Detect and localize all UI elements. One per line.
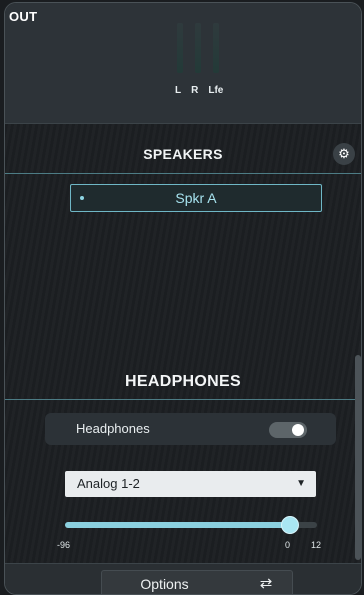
channel-label-r: R	[191, 85, 199, 96]
source-select-value: Analog 1-2	[77, 476, 140, 491]
caret-down-icon: ▼	[296, 478, 306, 489]
toggle-knob	[292, 424, 304, 436]
meter-left	[177, 23, 183, 73]
slider-handle[interactable]	[281, 516, 299, 534]
footer-bar: Options ⇄	[5, 563, 361, 594]
slider-fill	[65, 522, 289, 528]
headphones-toggle-label: Headphones	[76, 421, 150, 436]
slider-tick-max: 12	[311, 540, 322, 550]
gear-icon[interactable]: ⚙	[333, 143, 355, 165]
slider-tick-zero: 0	[285, 540, 291, 550]
speaker-item-label: Spkr A	[175, 190, 217, 206]
headphones-source-select[interactable]: Analog 1-2 ▼	[65, 471, 316, 497]
meter-labels: L R Lfe	[175, 85, 223, 96]
headphones-toggle-row: Headphones	[45, 413, 336, 445]
output-title: OUT	[9, 9, 38, 24]
slider-tick-min: -96	[57, 540, 71, 550]
speaker-item-spkr-a[interactable]: Spkr A	[70, 184, 322, 212]
options-label: Options	[140, 576, 189, 592]
channel-label-lfe: Lfe	[208, 85, 224, 96]
headphones-title: HEADPHONES	[125, 373, 241, 390]
channel-label-l: L	[175, 85, 182, 96]
headphones-divider	[5, 399, 361, 400]
headphones-toggle[interactable]	[269, 422, 307, 438]
speakers-divider	[5, 173, 361, 174]
speakers-title: SPEAKERS	[143, 146, 223, 162]
output-header: OUT L R Lfe	[5, 3, 361, 124]
headphones-level-slider[interactable]	[65, 516, 317, 534]
meter-right	[195, 23, 201, 73]
options-button[interactable]: Options ⇄	[101, 570, 293, 594]
output-panel: OUT L R Lfe SPEAKERS ⚙ Spkr A HEADPHONES…	[4, 2, 362, 595]
meter-lfe	[213, 23, 219, 73]
scrollbar-thumb[interactable]	[355, 355, 361, 560]
cycle-icon[interactable]: ⇄	[256, 571, 276, 594]
